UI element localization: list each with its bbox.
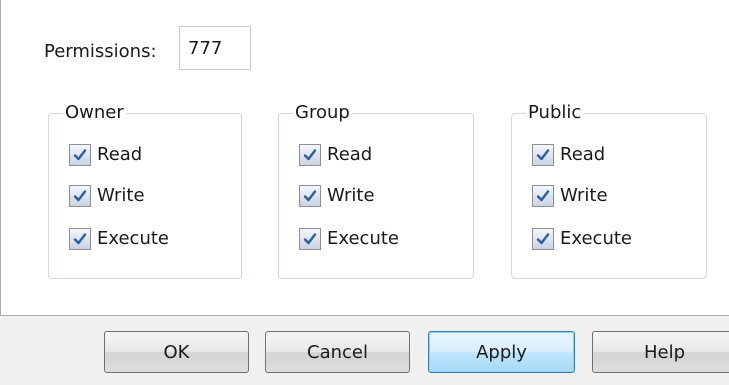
public-group-title: Public (526, 101, 584, 125)
checkbox-checked-icon (299, 144, 321, 166)
checkbox-label: Execute (327, 228, 399, 249)
group-read-checkbox[interactable]: Read (299, 142, 372, 168)
checkbox-checked-icon (69, 228, 91, 250)
owner-group: Owner Read Write Execute (48, 101, 242, 279)
permissions-input[interactable] (179, 26, 251, 70)
permissions-panel: Permissions: Owner Read Write Execute Gr… (0, 0, 729, 316)
checkbox-checked-icon (532, 228, 554, 250)
checkbox-label: Write (327, 185, 375, 206)
public-execute-checkbox[interactable]: Execute (532, 226, 632, 252)
owner-execute-checkbox[interactable]: Execute (69, 226, 169, 252)
public-group: Public Read Write Execute (511, 101, 707, 279)
checkbox-label: Execute (560, 228, 632, 249)
checkbox-label: Write (97, 185, 145, 206)
checkbox-checked-icon (299, 185, 321, 207)
checkbox-label: Execute (97, 228, 169, 249)
checkbox-checked-icon (532, 185, 554, 207)
checkbox-checked-icon (69, 185, 91, 207)
apply-button[interactable]: Apply (428, 331, 575, 373)
checkbox-label: Read (560, 144, 606, 165)
checkbox-label: Write (560, 185, 608, 206)
group-execute-checkbox[interactable]: Execute (299, 226, 399, 252)
checkbox-label: Read (327, 144, 373, 165)
owner-read-checkbox[interactable]: Read (69, 142, 142, 168)
public-read-checkbox[interactable]: Read (532, 142, 605, 168)
cancel-button[interactable]: Cancel (265, 331, 410, 373)
help-button[interactable]: Help (592, 331, 729, 373)
public-write-checkbox[interactable]: Write (532, 183, 608, 209)
permissions-label: Permissions: (44, 41, 157, 62)
checkbox-checked-icon (532, 144, 554, 166)
group-group-title: Group (293, 101, 352, 125)
group-group: Group Read Write Execute (278, 101, 474, 279)
owner-group-title: Owner (63, 101, 126, 125)
checkbox-checked-icon (69, 144, 91, 166)
checkbox-label: Read (97, 144, 143, 165)
ok-button[interactable]: OK (104, 331, 249, 373)
checkbox-checked-icon (299, 228, 321, 250)
group-write-checkbox[interactable]: Write (299, 183, 375, 209)
owner-write-checkbox[interactable]: Write (69, 183, 145, 209)
